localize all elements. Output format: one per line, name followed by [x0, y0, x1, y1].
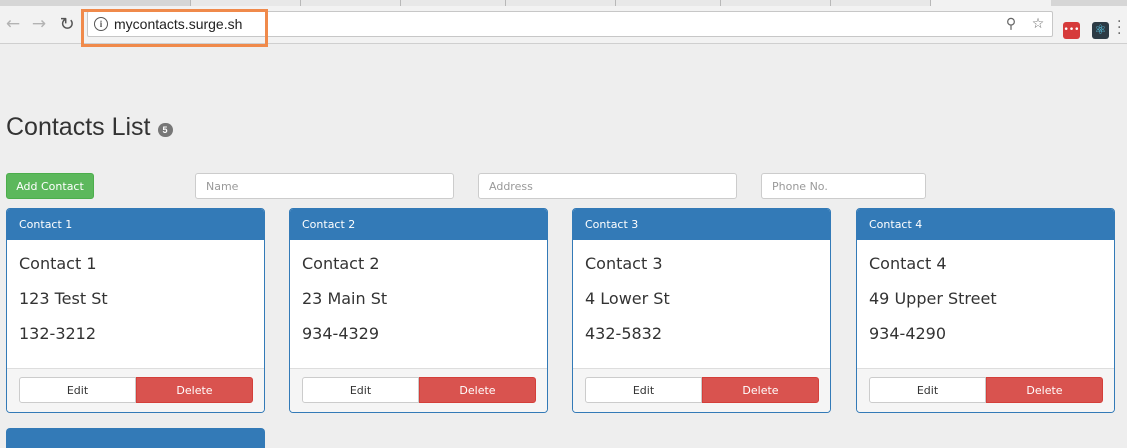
contact-card-body: Contact 2 23 Main St 934-4329: [290, 240, 547, 370]
contact-card-footer: Edit Delete: [857, 368, 1114, 412]
contact-card-body: Contact 4 49 Upper Street 934-4290: [857, 240, 1114, 370]
contact-card-header: Contact 1: [7, 209, 264, 240]
contact-card-footer: Edit Delete: [7, 368, 264, 412]
edit-button[interactable]: Edit: [302, 377, 419, 403]
contact-phone: 432-5832: [585, 324, 663, 343]
contact-phone: 132-3212: [19, 324, 97, 343]
contact-address: 123 Test St: [19, 289, 108, 308]
page-title-text: Contacts List: [6, 113, 151, 141]
name-input[interactable]: [195, 173, 454, 199]
page-title: Contacts List 5: [6, 113, 173, 142]
contact-address: 4 Lower St: [585, 289, 670, 308]
delete-button[interactable]: Delete: [136, 377, 253, 403]
arrow-right-icon[interactable]: →: [29, 14, 49, 34]
edit-button[interactable]: Edit: [869, 377, 986, 403]
contact-card-header: Contact 4: [857, 209, 1114, 240]
react-devtools-icon[interactable]: ⚛: [1092, 22, 1109, 39]
contact-card-footer: Edit Delete: [290, 368, 547, 412]
contact-name: Contact 4: [869, 254, 947, 273]
contact-card: Contact 2 Contact 2 23 Main St 934-4329 …: [289, 208, 548, 413]
zoom-icon[interactable]: ⚲: [1002, 15, 1020, 33]
contact-card-body: Contact 1 123 Test St 132-3212: [7, 240, 264, 370]
contact-card: Contact 4 Contact 4 49 Upper Street 934-…: [856, 208, 1115, 413]
contact-count-badge: 5: [157, 123, 173, 137]
delete-button[interactable]: Delete: [419, 377, 536, 403]
edit-button[interactable]: Edit: [19, 377, 136, 403]
star-icon[interactable]: ☆: [1029, 15, 1047, 33]
address-input[interactable]: [478, 173, 737, 199]
delete-button[interactable]: Delete: [702, 377, 819, 403]
extension-icon[interactable]: •••: [1063, 22, 1080, 39]
contact-name: Contact 2: [302, 254, 380, 273]
contact-phone: 934-4329: [302, 324, 380, 343]
contact-card-header: Contact 3: [573, 209, 830, 240]
contact-address: 49 Upper Street: [869, 289, 997, 308]
add-contact-button[interactable]: Add Contact: [6, 173, 94, 199]
arrow-left-icon[interactable]: ←: [3, 14, 23, 34]
reload-icon[interactable]: ↻: [57, 14, 77, 35]
contact-name: Contact 3: [585, 254, 663, 273]
contact-card: Contact 1 Contact 1 123 Test St 132-3212…: [6, 208, 265, 413]
url-highlight-annotation: [81, 9, 268, 47]
menu-icon[interactable]: · · ·: [1117, 15, 1123, 41]
edit-button[interactable]: Edit: [585, 377, 702, 403]
contact-card-body: Contact 3 4 Lower St 432-5832: [573, 240, 830, 370]
contact-card-footer: Edit Delete: [573, 368, 830, 412]
phone-input[interactable]: [761, 173, 926, 199]
contact-phone: 934-4290: [869, 324, 947, 343]
contact-card: Contact 3 Contact 3 4 Lower St 432-5832 …: [572, 208, 831, 413]
contact-name: Contact 1: [19, 254, 97, 273]
contact-address: 23 Main St: [302, 289, 388, 308]
contact-card-partial: [6, 428, 265, 448]
contact-card-header: Contact 2: [290, 209, 547, 240]
delete-button[interactable]: Delete: [986, 377, 1103, 403]
